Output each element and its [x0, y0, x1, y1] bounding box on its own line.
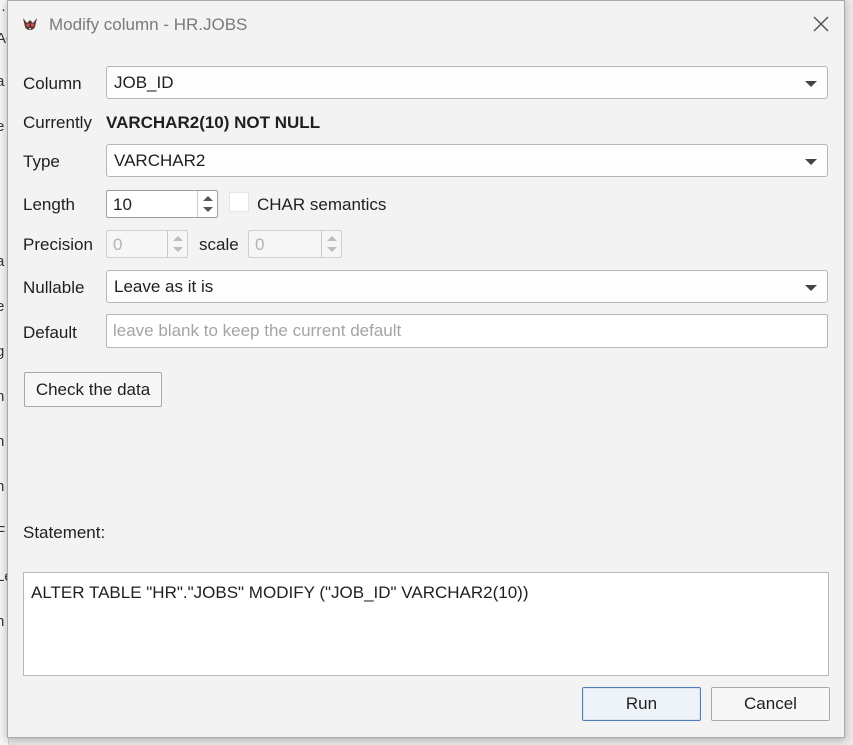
precision-label: Precision: [23, 235, 93, 254]
chevron-down-icon: [805, 81, 817, 87]
background-fragment: n: [0, 388, 4, 405]
default-field[interactable]: [106, 314, 828, 348]
check-data-button[interactable]: Check the data: [24, 372, 162, 407]
background-fragment: n: [0, 613, 4, 630]
default-input[interactable]: [111, 315, 815, 347]
title-bar[interactable]: Modify column - HR.JOBS: [8, 1, 844, 49]
spin-up-icon[interactable]: [327, 236, 337, 241]
scale-stepper-buttons[interactable]: [321, 231, 341, 257]
spin-down-icon[interactable]: [327, 247, 337, 252]
background-fragment: e: [0, 118, 4, 135]
window-title: Modify column - HR.JOBS: [49, 15, 248, 34]
background-fragment: n: [0, 433, 4, 450]
statement-text: ALTER TABLE "HR"."JOBS" MODIFY ("JOB_ID"…: [31, 583, 529, 602]
background-fragment: g: [0, 343, 4, 360]
background-fragment: a: [0, 73, 4, 90]
char-semantics-label: CHAR semantics: [257, 195, 387, 214]
nullable-label: Nullable: [23, 278, 85, 297]
current-type-value: VARCHAR2(10) NOT NULL: [106, 113, 321, 132]
background-fragment: n: [0, 478, 4, 495]
type-select-value: VARCHAR2: [114, 151, 206, 170]
default-label: Default: [23, 323, 77, 342]
statement-label: Statement:: [23, 523, 106, 542]
background-fragment: a: [0, 253, 4, 270]
char-semantics-checkbox[interactable]: [229, 192, 249, 212]
column-select[interactable]: JOB_ID: [106, 66, 828, 99]
spin-up-icon[interactable]: [173, 236, 183, 241]
background-fragment: F: [0, 523, 5, 540]
scale-spinner[interactable]: 0: [248, 230, 342, 258]
precision-value: 0: [113, 235, 123, 254]
nullable-select-value: Leave as it is: [114, 277, 214, 296]
column-label: Column: [23, 74, 82, 93]
spin-down-icon[interactable]: [203, 207, 213, 212]
length-label: Length: [23, 195, 75, 214]
spin-down-icon[interactable]: [173, 247, 183, 252]
type-label: Type: [23, 152, 60, 171]
chevron-down-icon: [805, 285, 817, 291]
column-select-value: JOB_ID: [114, 73, 174, 92]
close-icon[interactable]: [810, 13, 832, 35]
scale-value: 0: [255, 235, 265, 254]
cancel-button[interactable]: Cancel: [711, 687, 830, 721]
chevron-down-icon: [805, 159, 817, 165]
scale-label: scale: [199, 235, 239, 254]
run-button[interactable]: Run: [582, 687, 701, 721]
precision-spinner[interactable]: 0: [106, 230, 188, 258]
modify-column-dialog: Modify column - HR.JOBS Column JOB_ID Cu…: [7, 0, 845, 738]
background-fragment: e: [0, 298, 4, 315]
length-spinner[interactable]: 10: [106, 190, 218, 218]
length-value: 10: [113, 195, 132, 214]
length-stepper-buttons[interactable]: [197, 191, 217, 217]
currently-label: Currently: [23, 113, 92, 132]
dbeaver-logo-icon: [23, 18, 37, 30]
precision-stepper-buttons[interactable]: [167, 231, 187, 257]
spin-up-icon[interactable]: [203, 196, 213, 201]
type-select[interactable]: VARCHAR2: [106, 144, 828, 177]
nullable-select[interactable]: Leave as it is: [106, 270, 828, 303]
statement-textarea[interactable]: ALTER TABLE "HR"."JOBS" MODIFY ("JOB_ID"…: [23, 572, 829, 676]
